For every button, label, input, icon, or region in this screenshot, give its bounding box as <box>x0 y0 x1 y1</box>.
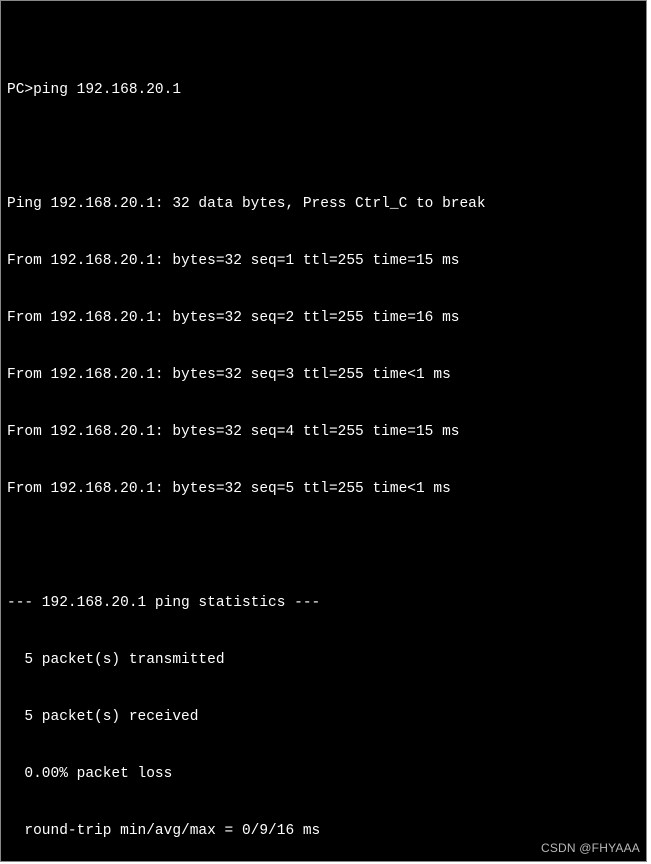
prompt: PC> <box>7 82 33 98</box>
command-line: PC>ping 192.168.20.1 <box>7 81 640 100</box>
ping-reply: From 192.168.20.1: bytes=32 seq=2 ttl=25… <box>7 309 640 328</box>
blank-line <box>7 537 640 556</box>
blank-line <box>7 138 640 157</box>
stats-line: 5 packet(s) received <box>7 708 640 727</box>
ping-reply: From 192.168.20.1: bytes=32 seq=3 ttl=25… <box>7 366 640 385</box>
ping-header: Ping 192.168.20.1: 32 data bytes, Press … <box>7 195 640 214</box>
ping-reply: From 192.168.20.1: bytes=32 seq=4 ttl=25… <box>7 423 640 442</box>
stats-line: 0.00% packet loss <box>7 765 640 784</box>
stats-header: --- 192.168.20.1 ping statistics --- <box>7 594 640 613</box>
command-text: ping 192.168.20.1 <box>33 82 181 98</box>
stats-line: 5 packet(s) transmitted <box>7 651 640 670</box>
ping-reply: From 192.168.20.1: bytes=32 seq=1 ttl=25… <box>7 252 640 271</box>
watermark-text: CSDN @FHYAAA <box>541 839 640 858</box>
ping-reply: From 192.168.20.1: bytes=32 seq=5 ttl=25… <box>7 480 640 499</box>
terminal-window[interactable]: PC>ping 192.168.20.1 Ping 192.168.20.1: … <box>0 0 647 862</box>
